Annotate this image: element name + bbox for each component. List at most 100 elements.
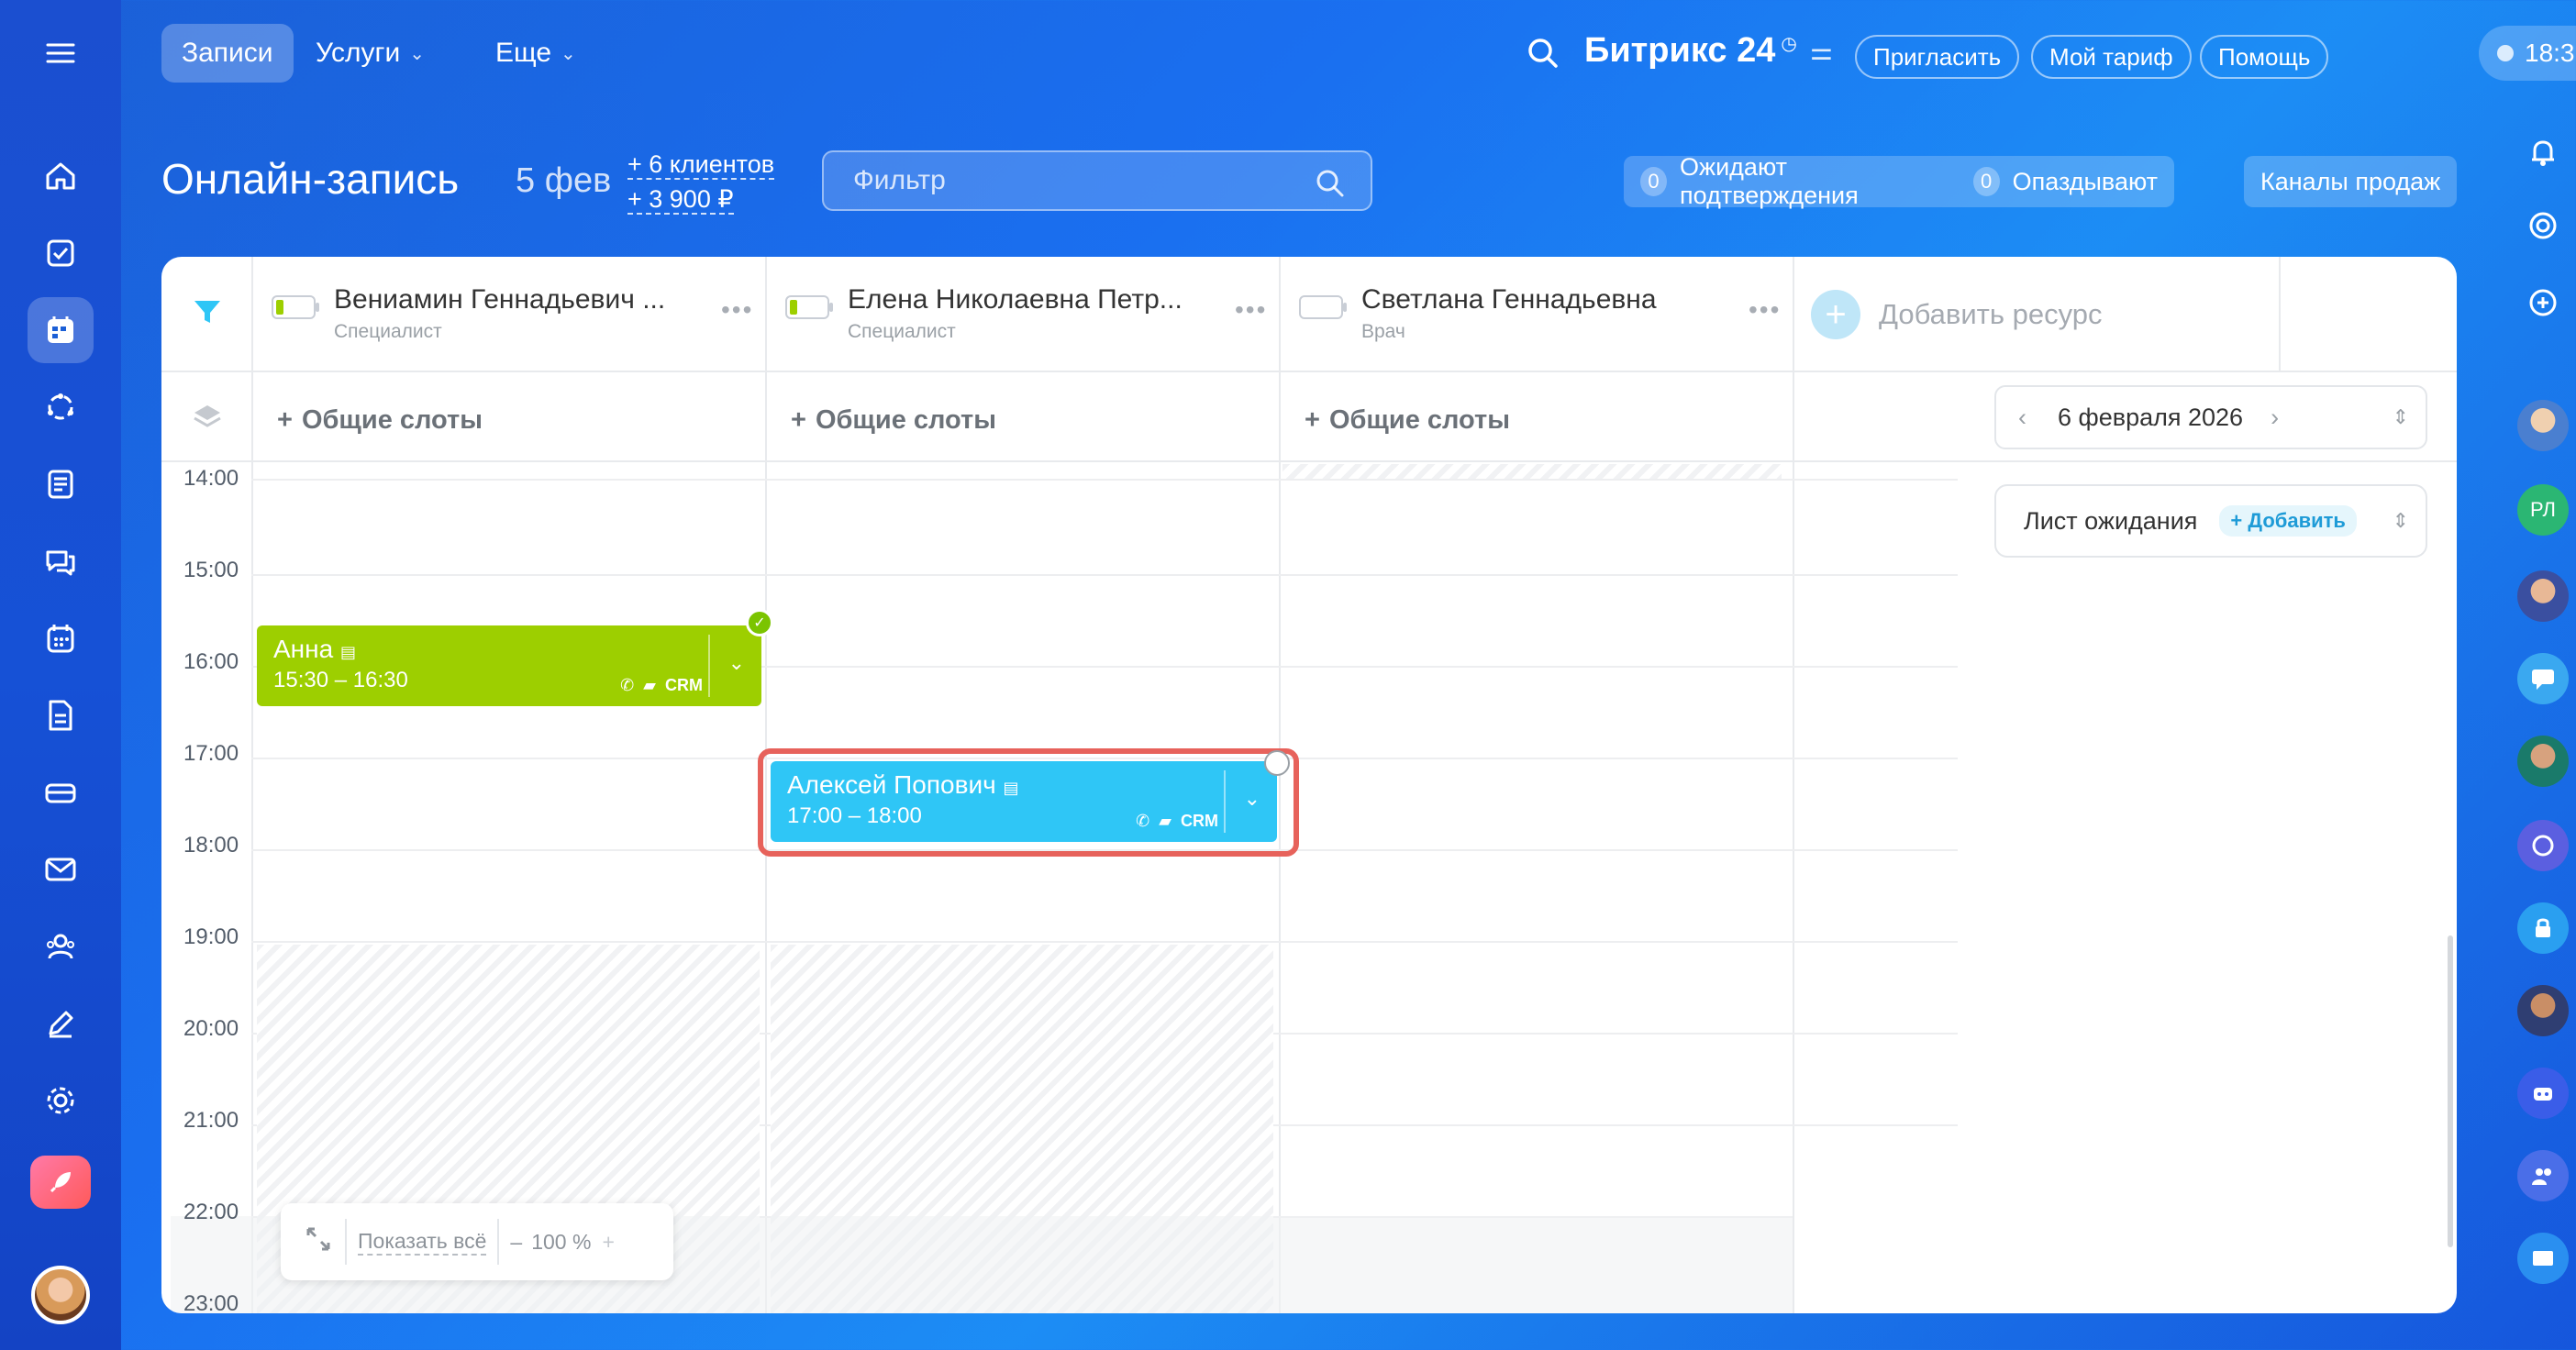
- tab-services[interactable]: Услуги ⌄: [295, 24, 445, 83]
- clients-count[interactable]: + 6 клиентов: [627, 147, 775, 182]
- note-icon: ▤: [1003, 779, 1019, 797]
- expand-icon[interactable]: ⇕: [2393, 405, 2409, 429]
- current-date: 6 февраля 2026: [2058, 403, 2244, 431]
- left-sidebar: [0, 0, 121, 1350]
- phone-icon[interactable]: ✆: [1136, 812, 1149, 831]
- time-label: 14:00: [183, 466, 239, 491]
- help-button[interactable]: Помощь: [2200, 35, 2329, 79]
- menu-icon[interactable]: [28, 20, 94, 86]
- settings-sliders-icon[interactable]: ⚌: [1810, 36, 1833, 66]
- chevron-down-icon[interactable]: ⌄: [1244, 787, 1260, 811]
- resource-column-2[interactable]: Елена Николаевна Петр... Специалист •••: [785, 284, 1271, 349]
- phone-icon[interactable]: ✆: [620, 676, 634, 695]
- awaiting-confirmation-chip[interactable]: 0 Ожидают подтверждения 0 Опаздывают: [1624, 153, 2174, 209]
- brand-logo[interactable]: Битрикс 24 ◷ ⚌: [1584, 31, 1833, 71]
- expand-icon[interactable]: ⇕: [2393, 509, 2409, 533]
- tasks-icon[interactable]: [28, 220, 94, 286]
- date-picker[interactable]: ‹ 6 февраля 2026 › ⇕: [1994, 385, 2427, 449]
- message-icon[interactable]: ▰: [1159, 812, 1171, 831]
- edit-icon[interactable]: [28, 990, 94, 1057]
- resource-role: Врач: [1361, 321, 1405, 342]
- contact-avatar[interactable]: [2517, 570, 2569, 622]
- booking-icon[interactable]: [28, 297, 94, 363]
- chat-icon[interactable]: [28, 528, 94, 594]
- rocket-icon[interactable]: [30, 1156, 91, 1209]
- vertical-scrollbar[interactable]: [2448, 935, 2453, 1247]
- resource-column-1[interactable]: Вениамин Геннадьевич ... Специалист •••: [272, 284, 758, 349]
- right-sidebar: РЛ: [2508, 108, 2576, 1350]
- common-slots-button[interactable]: + Общие слоты: [277, 405, 483, 436]
- more-icon[interactable]: •••: [1235, 295, 1267, 325]
- bell-icon[interactable]: [2517, 127, 2569, 178]
- booking-card[interactable]: Алексей Попович ▤ 17:00 – 18:00 ✆ ▰ CRM …: [771, 761, 1277, 842]
- more-icon[interactable]: •••: [721, 295, 753, 325]
- show-all-button[interactable]: Показать всё: [358, 1229, 487, 1256]
- documents-icon[interactable]: [28, 682, 94, 748]
- layers-icon[interactable]: [191, 400, 224, 437]
- settings-icon[interactable]: [28, 1068, 94, 1134]
- contact-avatar[interactable]: РЛ: [2517, 484, 2569, 536]
- chevron-left-icon[interactable]: ‹: [2018, 404, 2026, 432]
- contact-avatar[interactable]: [2517, 400, 2569, 451]
- filter-funnel-icon[interactable]: [191, 295, 224, 333]
- common-slots-button[interactable]: + Общие слоты: [1305, 405, 1510, 436]
- tariff-label: Мой тариф: [2049, 42, 2173, 71]
- time-label: 22:00: [183, 1200, 239, 1224]
- group-icon[interactable]: [2517, 1150, 2569, 1201]
- filter-placeholder: Фильтр: [853, 165, 946, 195]
- crm-badge[interactable]: CRM: [665, 676, 703, 695]
- search-icon[interactable]: [1525, 35, 1561, 76]
- chevron-down-icon: ⌄: [561, 43, 576, 64]
- lock-icon[interactable]: [2517, 902, 2569, 954]
- filter-input[interactable]: Фильтр: [822, 150, 1372, 211]
- revenue-total[interactable]: + 3 900 ₽: [627, 182, 774, 216]
- waitlist-add-button[interactable]: + Добавить: [2219, 505, 2357, 537]
- crm-badge[interactable]: CRM: [1181, 812, 1218, 831]
- store-icon[interactable]: [28, 759, 94, 825]
- waitlist-panel[interactable]: Лист ожидания + Добавить ⇕: [1994, 484, 2427, 558]
- invite-button[interactable]: Пригласить: [1855, 35, 2020, 79]
- help-label: Помощь: [2218, 42, 2311, 71]
- zoom-out-button[interactable]: –: [510, 1230, 522, 1255]
- plus-icon: +: [1811, 290, 1860, 339]
- user-avatar[interactable]: [31, 1266, 90, 1324]
- zoom-in-button[interactable]: +: [602, 1230, 614, 1255]
- tab-more[interactable]: Еще ⌄: [475, 24, 596, 83]
- time-label: 20:00: [183, 1016, 239, 1041]
- copilot-chat-icon[interactable]: [2517, 820, 2569, 871]
- common-slots-label: Общие слоты: [1328, 405, 1511, 435]
- message-icon[interactable]: ▰: [643, 676, 656, 695]
- add-resource-button[interactable]: + Добавить ресурс: [1811, 290, 2103, 339]
- booking-card[interactable]: Анна ▤ 15:30 – 16:30 ✆ ▰ CRM ⌄: [257, 625, 761, 706]
- more-icon[interactable]: •••: [1749, 295, 1781, 325]
- search-icon: [1316, 170, 1344, 197]
- chevron-right-icon[interactable]: ›: [2271, 404, 2279, 432]
- contact-avatar[interactable]: [2517, 736, 2569, 787]
- top-bar: Записи Услуги ⌄ Еще ⌄ Битрикс 24 ◷ ⚌ При…: [121, 0, 2576, 108]
- calendar-icon[interactable]: [28, 605, 94, 671]
- add-resource-label: Добавить ресурс: [1879, 298, 2103, 330]
- tariff-button[interactable]: Мой тариф: [2031, 35, 2192, 79]
- contact-avatar[interactable]: [2517, 985, 2569, 1036]
- home-icon[interactable]: [28, 143, 94, 209]
- tab-bookings[interactable]: Записи: [161, 24, 294, 83]
- sales-channels-button[interactable]: Каналы продаж: [2244, 156, 2458, 207]
- copilot-icon[interactable]: [2517, 200, 2569, 251]
- mail-icon[interactable]: [28, 836, 94, 902]
- employees-icon[interactable]: [28, 913, 94, 979]
- crm-icon[interactable]: [28, 374, 94, 440]
- feed-icon[interactable]: [28, 451, 94, 517]
- fullscreen-icon[interactable]: [303, 1223, 334, 1260]
- unavailable-strip: [1282, 464, 1782, 479]
- bot-icon[interactable]: [2517, 1068, 2569, 1119]
- time-label: 21:00: [183, 1108, 239, 1133]
- chevron-down-icon[interactable]: ⌄: [728, 651, 745, 675]
- chat-group-icon[interactable]: [2517, 653, 2569, 704]
- zoom-level: 100 %: [531, 1229, 592, 1254]
- resource-column-3[interactable]: Светлана Геннадьевна Врач •••: [1299, 284, 1785, 349]
- contact-card-icon[interactable]: [2517, 1233, 2569, 1284]
- common-slots-button[interactable]: + Общие слоты: [791, 405, 996, 436]
- support-chat-icon[interactable]: [2517, 277, 2569, 328]
- resource-name: Светлана Геннадьевна: [1361, 284, 1657, 315]
- clock-widget[interactable]: 18:31: [2479, 26, 2576, 81]
